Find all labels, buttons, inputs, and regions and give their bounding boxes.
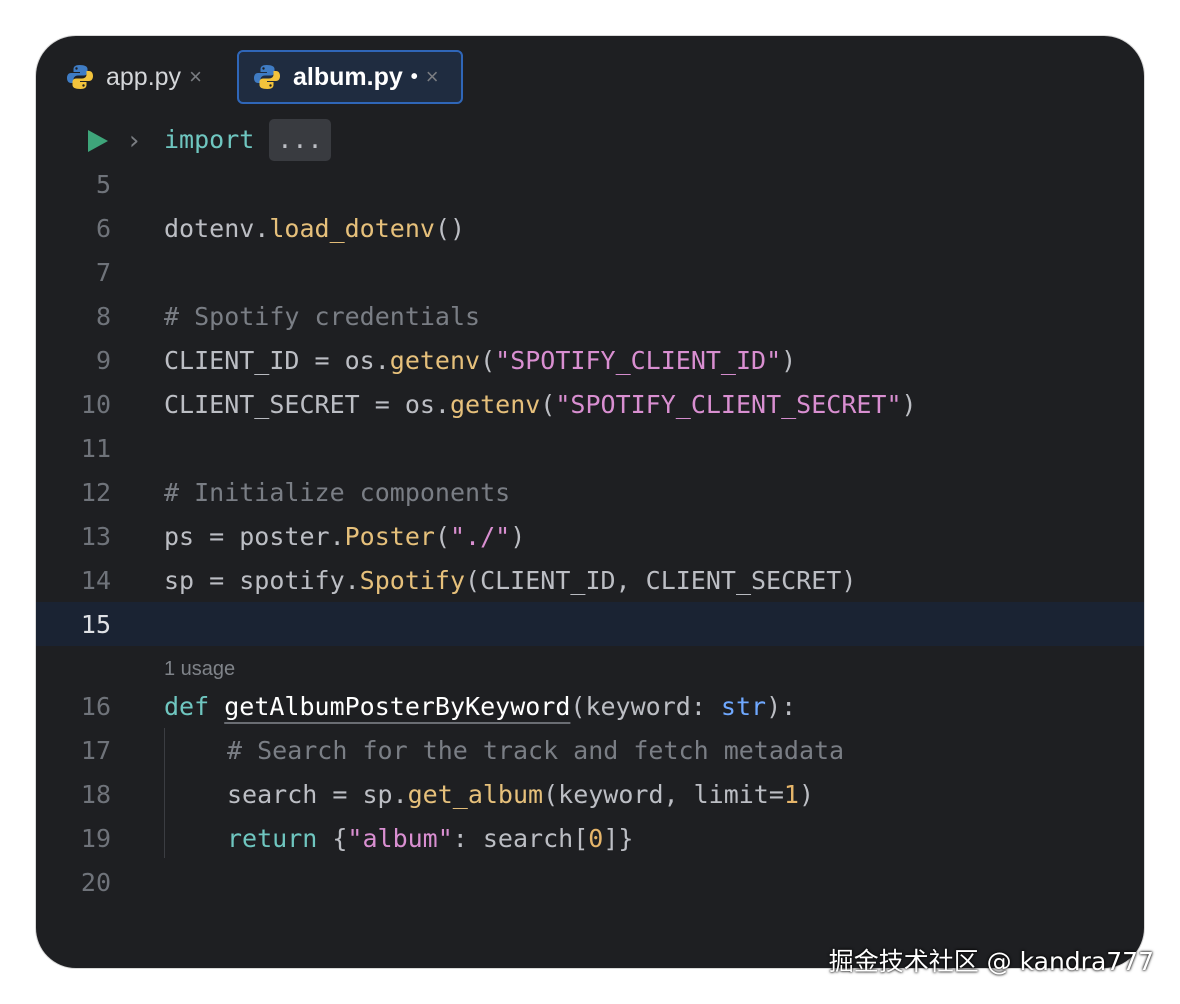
line-number: 9 <box>95 345 111 375</box>
line-number: 8 <box>95 301 111 331</box>
code-text: return {"album": search[0]} <box>227 823 634 853</box>
code-comment: # Initialize components <box>164 477 511 507</box>
code-comment: # Search for the track and fetch metadat… <box>227 735 845 765</box>
editor-window: app.py × album.py • × › import ... 5 6 d… <box>36 36 1144 968</box>
code-text: ps = poster.Poster("./") <box>164 521 526 551</box>
code-line[interactable]: 19 return {"album": search[0]} <box>36 816 1144 860</box>
close-icon[interactable]: × <box>426 64 439 90</box>
code-line[interactable]: 12 # Initialize components <box>36 470 1144 514</box>
line-number: 11 <box>80 433 111 463</box>
code-line[interactable]: 13 ps = poster.Poster("./") <box>36 514 1144 558</box>
code-line[interactable]: 18 search = sp.get_album(keyword, limit=… <box>36 772 1144 816</box>
watermark: 掘金技术社区 @ kandra777 <box>828 947 1154 976</box>
line-number: 20 <box>80 867 111 897</box>
line-number: 7 <box>95 257 111 287</box>
code-line[interactable]: 9 CLIENT_ID = os.getenv("SPOTIFY_CLIENT_… <box>36 338 1144 382</box>
code-line-import[interactable]: import ... <box>36 118 1144 162</box>
code-text: CLIENT_ID = os.getenv("SPOTIFY_CLIENT_ID… <box>164 345 797 375</box>
line-number: 19 <box>80 823 111 853</box>
line-number: 18 <box>80 779 111 809</box>
line-number: 6 <box>95 213 111 243</box>
code-text: def getAlbumPosterByKeyword(keyword: str… <box>164 691 797 721</box>
tab-label: app.py <box>106 62 182 91</box>
current-line[interactable]: 15 <box>36 602 1144 646</box>
line-number: 16 <box>80 691 111 721</box>
folded-imports[interactable]: ... <box>269 119 331 161</box>
code-text: sp = spotify.Spotify(CLIENT_ID, CLIENT_S… <box>164 565 857 595</box>
modified-indicator: • <box>410 65 418 88</box>
python-icon <box>254 65 280 89</box>
import-keyword: import <box>164 125 255 154</box>
code-line[interactable]: 10 CLIENT_SECRET = os.getenv("SPOTIFY_CL… <box>36 382 1144 426</box>
line-number: 10 <box>80 389 111 419</box>
code-text: CLIENT_SECRET = os.getenv("SPOTIFY_CLIEN… <box>164 389 917 419</box>
code-line[interactable]: 8 # Spotify credentials <box>36 294 1144 338</box>
line-number: 5 <box>95 169 111 199</box>
code-line[interactable]: 5 <box>36 162 1144 206</box>
code-line[interactable]: 20 <box>36 860 1144 904</box>
tab-label: album.py <box>293 62 403 91</box>
line-number: 15 <box>80 609 111 639</box>
function-name: getAlbumPosterByKeyword <box>224 691 571 721</box>
code-text: dotenv.load_dotenv() <box>164 213 466 243</box>
line-number: 17 <box>80 735 111 765</box>
code-line[interactable]: 6 dotenv.load_dotenv() <box>36 206 1144 250</box>
line-number: 14 <box>80 565 111 595</box>
code-line[interactable]: 17 # Search for the track and fetch meta… <box>36 728 1144 772</box>
code-comment: # Spotify credentials <box>164 301 481 331</box>
usage-hint[interactable]: 1 usage <box>164 658 235 681</box>
tab-app-py[interactable]: app.py × <box>56 50 202 104</box>
tab-album-py[interactable]: album.py • × <box>237 50 463 104</box>
code-line[interactable]: 14 sp = spotify.Spotify(CLIENT_ID, CLIEN… <box>36 558 1144 602</box>
code-line[interactable]: 16 def getAlbumPosterByKeyword(keyword: … <box>36 684 1144 728</box>
python-icon <box>67 65 93 89</box>
code-line[interactable]: 11 <box>36 426 1144 470</box>
line-number: 12 <box>80 477 111 507</box>
code-line[interactable]: 7 <box>36 250 1144 294</box>
code-text: search = sp.get_album(keyword, limit=1) <box>227 779 815 809</box>
close-icon[interactable]: × <box>189 64 202 90</box>
line-number: 13 <box>80 521 111 551</box>
